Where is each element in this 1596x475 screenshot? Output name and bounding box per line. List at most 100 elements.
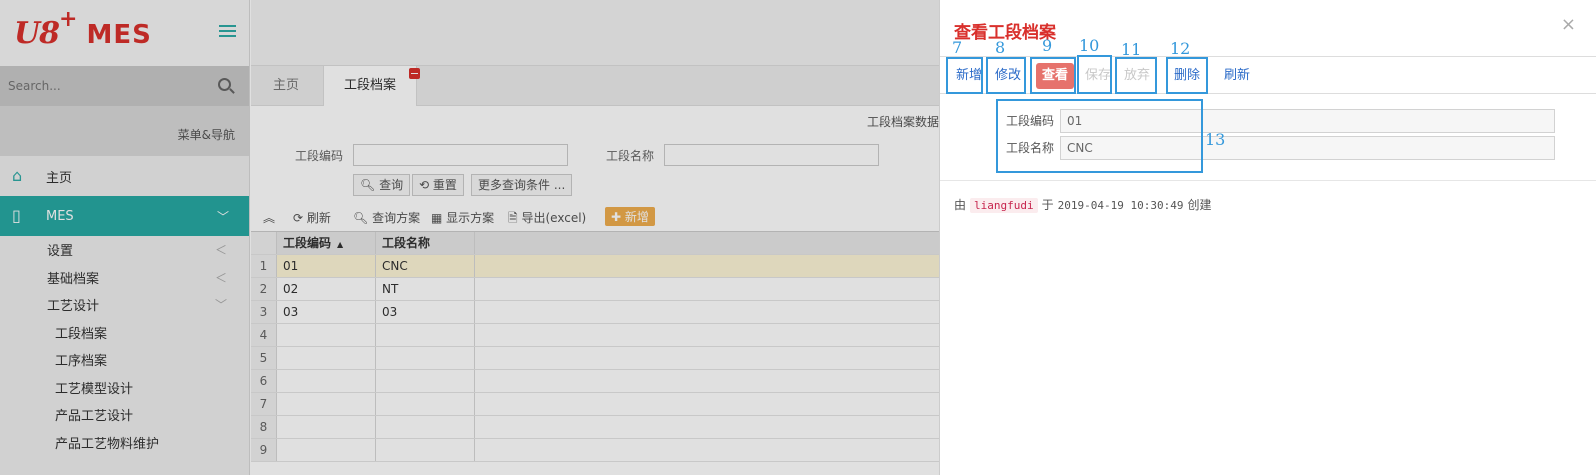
- sidebar-item-label: 基础档案: [47, 271, 100, 287]
- column-label: 工段编码: [283, 236, 332, 250]
- top-strip: [251, 0, 939, 66]
- export-label: 导出(excel): [521, 211, 587, 225]
- reset-label: 重置: [432, 178, 457, 192]
- audit-by: 由: [954, 198, 967, 212]
- annotation-box-11: [1115, 57, 1157, 94]
- document-icon: ▯: [12, 206, 21, 225]
- cell-name: 03: [376, 301, 475, 323]
- sidebar-item-mes[interactable]: ▯ MES ﹀: [0, 196, 249, 236]
- table-row: 6: [251, 370, 939, 393]
- query-scheme-button[interactable]: 🔍︎ 查询方案: [353, 209, 420, 226]
- sidebar: U8+MES 菜单&导航 ⌂ 主页 ▯ MES ﹀ 设置 ＜ 基础档案 ＜ 工艺…: [0, 0, 250, 475]
- reset-button[interactable]: ⟲ 重置: [412, 174, 464, 196]
- display-scheme-label: 显示方案: [446, 211, 495, 225]
- sidebar-item-label: 工段档案: [55, 326, 108, 342]
- annotation-label-10: 10: [1079, 36, 1100, 55]
- cell-name: CNC: [376, 255, 475, 277]
- add-label: 新增: [624, 210, 649, 224]
- sidebar-item-product-material[interactable]: 产品工艺物料维护: [0, 429, 249, 457]
- tab-home[interactable]: 主页: [253, 66, 319, 106]
- audit-at: 于: [1041, 198, 1054, 212]
- filter-code-label: 工段编码: [295, 149, 344, 163]
- display-scheme-button[interactable]: ▦ 显示方案: [431, 209, 494, 226]
- cell-code: [277, 393, 376, 415]
- table-row[interactable]: 1 01 CNC: [251, 255, 939, 278]
- sidebar-item-label: 工艺模型设计: [55, 381, 134, 397]
- sidebar-item-basic-files[interactable]: 基础档案 ＜: [0, 264, 249, 292]
- row-number-header: [251, 232, 277, 254]
- row-number: 5: [251, 347, 277, 369]
- collapse-icon[interactable]: ︽: [263, 209, 275, 226]
- sidebar-item-label: 产品工艺物料维护: [55, 436, 160, 452]
- refresh-button[interactable]: 刷新: [1218, 63, 1256, 89]
- audit-info: 由 liangfudi 于 2019-04-19 10:30:49 创建: [954, 196, 1212, 213]
- sidebar-search: [0, 66, 249, 106]
- table-row: 8: [251, 416, 939, 439]
- chevron-down-icon: ﹀: [216, 209, 229, 224]
- annotation-box-12: [1166, 57, 1208, 94]
- audit-action: 创建: [1187, 198, 1212, 212]
- cell-code: [277, 439, 376, 461]
- audit-timestamp: 2019-04-19 10:30:49: [1057, 199, 1184, 212]
- sidebar-item-label: 工序档案: [55, 354, 108, 370]
- sidebar-item-operation-files[interactable]: 工序档案: [0, 346, 249, 374]
- tab-close-icon[interactable]: [409, 68, 421, 79]
- export-button[interactable]: 🗎︎ 导出(excel): [508, 209, 586, 230]
- refresh-button[interactable]: ⟳ 刷新: [293, 209, 331, 226]
- sort-asc-icon: ▲: [337, 240, 344, 249]
- annotation-box-9: [1030, 57, 1076, 94]
- annotation-box-8: [986, 57, 1026, 94]
- more-conditions-button[interactable]: 更多查询条件 ...: [471, 174, 573, 196]
- table-row: 4: [251, 324, 939, 347]
- sidebar-item-label: 设置: [47, 244, 74, 260]
- sidebar-item-product-process[interactable]: 产品工艺设计: [0, 401, 249, 429]
- annotation-label-9: 9: [1042, 36, 1053, 55]
- data-grid: 工段编码 ▲ 工段名称 1 01 CNC 2 02 NT 3 03 03 4 5 6 7 8 …: [251, 231, 939, 462]
- search-icon: 🔍︎: [360, 178, 376, 192]
- row-number: 8: [251, 416, 277, 438]
- table-row[interactable]: 2 02 NT: [251, 278, 939, 301]
- table-row[interactable]: 3 03 03: [251, 301, 939, 324]
- search-input[interactable]: [0, 66, 200, 106]
- column-header-name[interactable]: 工段名称: [376, 232, 475, 254]
- query-button[interactable]: 🔍︎ 查询: [353, 174, 411, 196]
- close-icon[interactable]: ×: [1561, 14, 1576, 35]
- column-label: 工段名称: [382, 236, 431, 250]
- sidebar-item-label: 工艺设计: [47, 299, 100, 315]
- hamburger-icon[interactable]: [219, 25, 236, 38]
- search-icon[interactable]: [218, 78, 231, 91]
- filter-name-input[interactable]: [664, 144, 879, 166]
- cell-name: [376, 393, 475, 415]
- cell-name: [376, 416, 475, 438]
- sidebar-item-process-model[interactable]: 工艺模型设计: [0, 374, 249, 402]
- data-label: 工段档案数据: [866, 115, 939, 129]
- cell-code: 03: [277, 301, 376, 323]
- cell-name: [376, 347, 475, 369]
- logo: U8+MES: [14, 6, 152, 51]
- add-button[interactable]: ✚ 新增: [605, 207, 655, 226]
- sidebar-item-section-files[interactable]: 工段档案: [0, 319, 249, 347]
- column-header-code[interactable]: 工段编码 ▲: [277, 232, 376, 254]
- sidebar-item-settings[interactable]: 设置 ＜: [0, 236, 249, 264]
- annotation-label-12: 12: [1170, 39, 1191, 58]
- annotation-label-8: 8: [995, 38, 1006, 57]
- cell-code: [277, 416, 376, 438]
- cell-code: [277, 370, 376, 392]
- table-icon: ▦: [431, 211, 443, 225]
- tab-bar: 主页 工段档案: [251, 66, 939, 106]
- sidebar-item-process-design[interactable]: 工艺设计 ﹀: [0, 291, 249, 319]
- audit-user: liangfudi: [970, 198, 1038, 213]
- sidebar-item-home[interactable]: ⌂ 主页: [0, 156, 249, 196]
- grid-toolbar: ︽ ⟳ 刷新 🔍︎ 查询方案 ▦ 显示方案 🗎︎ 导出(excel) ✚ 新增: [251, 205, 939, 229]
- refresh-label: 刷新: [306, 211, 331, 225]
- annotation-box-13: [996, 99, 1203, 173]
- annotation-box-10: [1077, 55, 1112, 94]
- cell-name: [376, 324, 475, 346]
- tab-section-files[interactable]: 工段档案: [323, 66, 421, 106]
- nav-header: 菜单&导航: [0, 106, 249, 156]
- annotation-box-7: [946, 57, 983, 94]
- main-content: 主页 工段档案 工段档案数据 工段编码 工段名称 🔍︎ 查询 ⟲ 重置 更多查询…: [251, 0, 939, 475]
- sidebar-item-label: MES: [46, 208, 74, 224]
- filter-code-input[interactable]: [353, 144, 568, 166]
- cell-code: 02: [277, 278, 376, 300]
